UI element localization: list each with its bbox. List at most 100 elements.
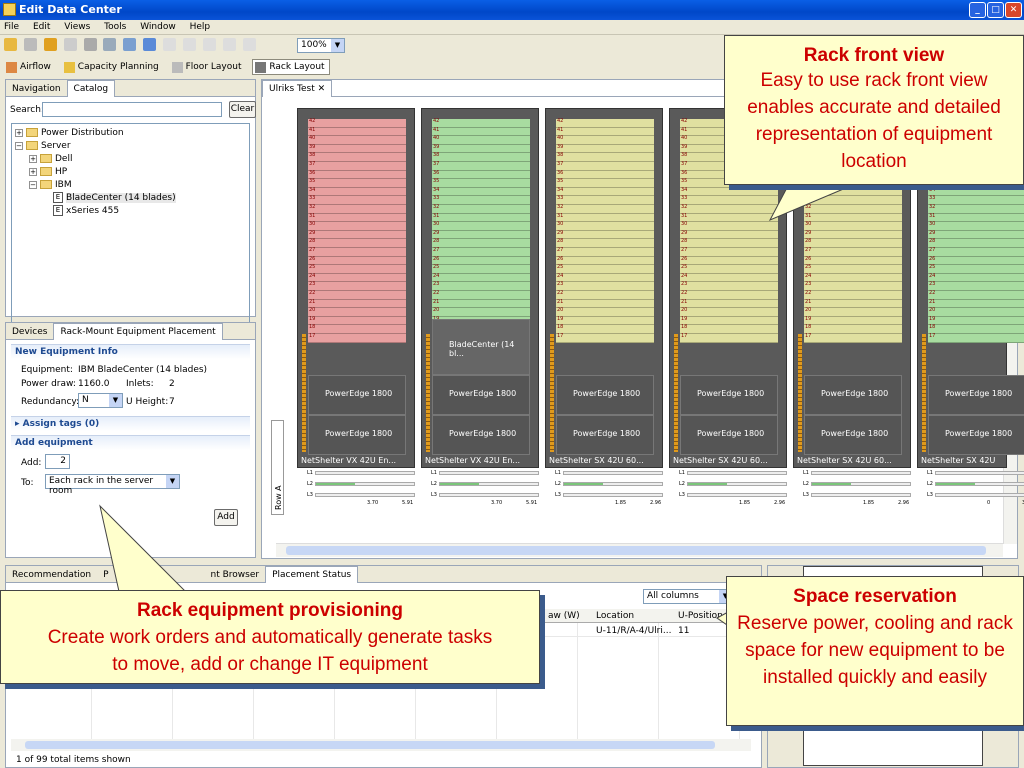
refresh-icon[interactable] <box>143 38 157 51</box>
rack-unit-slot[interactable]: 38 <box>432 153 530 162</box>
rack-unit-slot[interactable]: 28 <box>680 239 778 248</box>
chevron-down-icon[interactable]: ▼ <box>331 39 344 52</box>
layout-icon[interactable] <box>163 38 176 51</box>
perspective-capacity[interactable]: Capacity Planning <box>62 60 163 76</box>
rack-unit-slot[interactable]: 22 <box>680 291 778 300</box>
pointer-icon[interactable] <box>182 38 196 51</box>
rack-unit-slot[interactable]: 20 <box>556 308 654 317</box>
tree-node[interactable]: + Power Distribution <box>15 127 246 140</box>
rack-unit-slot[interactable]: 33 <box>928 196 1024 205</box>
add-count-input[interactable]: 2 <box>45 454 70 469</box>
rack-unit-slot[interactable]: 19 <box>928 316 1024 326</box>
rack-unit-slot[interactable]: 18 <box>308 325 406 334</box>
rack-unit-slot[interactable]: 36 <box>308 170 406 180</box>
rack-unit-slot[interactable]: 40 <box>308 136 406 145</box>
rack-unit-slot[interactable]: 34 <box>556 187 654 197</box>
rack-unit-slot[interactable]: 37 <box>308 162 406 171</box>
equipment-block[interactable]: PowerEdge 1800 <box>928 375 1024 415</box>
menu-tools[interactable]: Tools <box>104 22 126 32</box>
rack-unit-slot[interactable]: 34 <box>308 187 406 197</box>
rack-unit-slot[interactable]: 22 <box>432 291 530 300</box>
perspective-rack[interactable]: Rack Layout <box>252 59 330 75</box>
rack-unit-slot[interactable]: 25 <box>680 265 778 274</box>
rack-unit-slot[interactable]: 27 <box>804 248 902 257</box>
rack-unit-slot[interactable]: 40 <box>556 136 654 145</box>
rack-unit-slot[interactable]: 30 <box>556 222 654 231</box>
rack-unit-slot[interactable]: 17 <box>680 334 778 343</box>
rack-unit-slot[interactable]: 20 <box>928 308 1024 317</box>
tree-node[interactable]: E BladeCenter (14 blades) <box>15 192 246 205</box>
rack-unit-slot[interactable]: 27 <box>308 248 406 257</box>
rack-unit-slot[interactable]: 33 <box>308 196 406 205</box>
rack-unit-slot[interactable]: 30 <box>432 222 530 231</box>
rack-unit-slot[interactable]: 35 <box>556 179 654 188</box>
minimize-button[interactable]: _ <box>969 2 986 18</box>
rack-unit-slot[interactable]: 20 <box>804 308 902 317</box>
rack-unit-slot[interactable]: 40 <box>432 136 530 145</box>
menu-views[interactable]: Views <box>64 22 90 32</box>
print-icon[interactable] <box>103 38 117 51</box>
equipment-block[interactable]: PowerEdge 1800 <box>680 375 778 415</box>
col-power[interactable]: aw (W) <box>548 611 580 621</box>
rack-unit-slot[interactable]: 32 <box>928 205 1024 214</box>
rack-unit-slot[interactable]: 28 <box>556 239 654 248</box>
select-icon[interactable] <box>202 38 216 51</box>
rack-unit-slot[interactable]: 41 <box>308 127 406 137</box>
rack-unit-slot[interactable]: 33 <box>556 196 654 205</box>
rack-unit-slot[interactable]: 23 <box>556 282 654 291</box>
clear-button[interactable]: Clear <box>229 101 256 118</box>
equipment-block[interactable]: PowerEdge 1800 <box>804 415 902 455</box>
tab-catalog[interactable]: Catalog <box>66 80 116 97</box>
rack-unit-slot[interactable]: 29 <box>556 230 654 240</box>
rack[interactable]: 4241403938373635343332313029282726252423… <box>421 108 539 468</box>
rack-unit-slot[interactable]: 21 <box>308 299 406 309</box>
rack-unit-slot[interactable]: 24 <box>928 273 1024 283</box>
rack-unit-slot[interactable]: 35 <box>432 179 530 188</box>
rack-unit-slot[interactable]: 24 <box>556 273 654 283</box>
rack-unit-slot[interactable]: 26 <box>928 256 1024 266</box>
rack-unit-slot[interactable]: 24 <box>680 273 778 283</box>
rack-unit-slot[interactable]: 28 <box>432 239 530 248</box>
tab-devices[interactable]: Devices <box>6 324 53 341</box>
rack-unit-slot[interactable]: 39 <box>556 144 654 154</box>
rack-unit-slot[interactable]: 29 <box>680 230 778 240</box>
rack-unit-slot[interactable]: 20 <box>308 308 406 317</box>
rack-unit-slot[interactable]: 31 <box>308 213 406 223</box>
rack-unit-slot[interactable]: 30 <box>928 222 1024 231</box>
tree-node[interactable]: + Dell <box>15 153 246 166</box>
rack-unit-slot[interactable]: 24 <box>804 273 902 283</box>
rack-unit-slot[interactable]: 29 <box>432 230 530 240</box>
rack-unit-slot[interactable]: 21 <box>804 299 902 309</box>
rack-unit-slot[interactable]: 26 <box>308 256 406 266</box>
rack-unit-slot[interactable]: 29 <box>928 230 1024 240</box>
rack-unit-slot[interactable]: 19 <box>556 316 654 326</box>
rack-unit-slot[interactable]: 21 <box>680 299 778 309</box>
tree-node[interactable]: + HP <box>15 166 246 179</box>
rack-unit-slot[interactable]: 18 <box>928 325 1024 334</box>
rack-unit-slot[interactable]: 19 <box>308 316 406 326</box>
rack-unit-slot[interactable]: 37 <box>432 162 530 171</box>
rack-unit-slot[interactable]: 27 <box>556 248 654 257</box>
tool-icon[interactable] <box>242 38 256 51</box>
rack-unit-slot[interactable]: 38 <box>556 153 654 162</box>
menu-file[interactable]: File <box>4 22 19 32</box>
rack-unit-slot[interactable]: 26 <box>556 256 654 266</box>
rack-unit-slot[interactable]: 25 <box>308 265 406 274</box>
rack-unit-slot[interactable]: 24 <box>432 273 530 283</box>
rack-unit-slot[interactable]: 22 <box>928 291 1024 300</box>
rack-unit-slot[interactable]: 18 <box>804 325 902 334</box>
col-location[interactable]: Location <box>596 611 634 621</box>
rack-unit-slot[interactable]: 29 <box>804 230 902 240</box>
rack-unit-slot[interactable]: 25 <box>804 265 902 274</box>
rack-unit-slot[interactable]: 27 <box>432 248 530 257</box>
rack-unit-slot[interactable]: 22 <box>556 291 654 300</box>
rack-unit-slot[interactable]: 34 <box>432 187 530 197</box>
equipment-block[interactable]: PowerEdge 1800 <box>928 415 1024 455</box>
rack-unit-slot[interactable]: 31 <box>928 213 1024 223</box>
section-assign-tags[interactable]: ▸ Assign tags (0) <box>11 416 250 431</box>
rack[interactable]: 4241403938373635343332313029282726252423… <box>545 108 663 468</box>
close-icon[interactable]: ✕ <box>318 84 326 94</box>
equipment-block[interactable]: PowerEdge 1800 <box>432 375 530 415</box>
tab-equipment-browser[interactable]: nt Browser <box>205 567 266 584</box>
tree-node[interactable]: − Server <box>15 140 246 153</box>
